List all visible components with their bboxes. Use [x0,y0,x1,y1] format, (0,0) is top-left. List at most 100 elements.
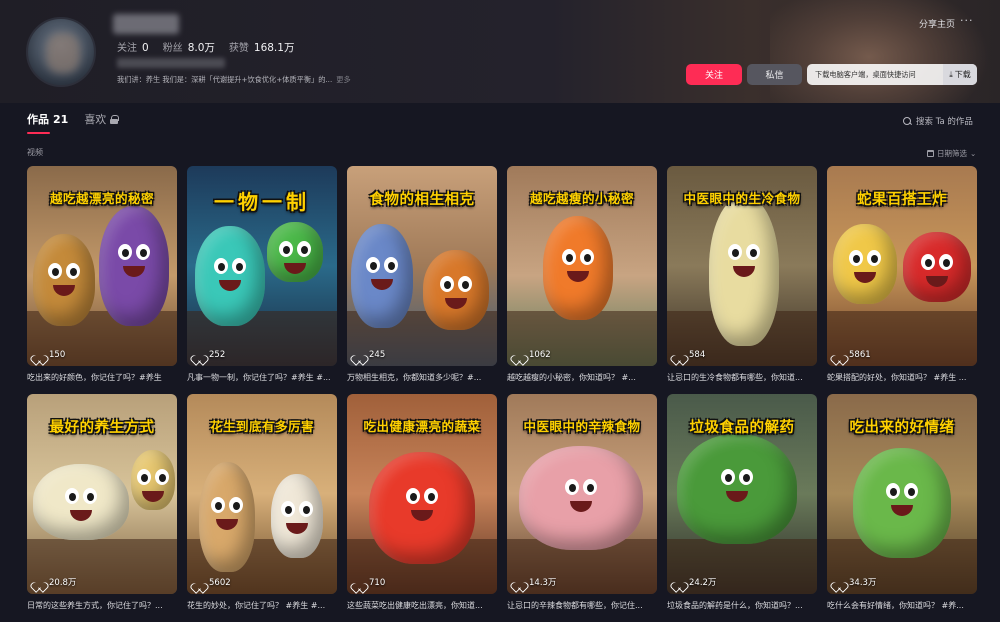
character-mouth [286,522,308,534]
cartoon-character [271,474,323,558]
video-card[interactable]: 越吃越瘦的小秘密 1062 越吃越瘦的小秘密，你知道吗？ #... [507,166,657,383]
message-button[interactable]: 私信 [747,64,802,85]
bio-more-link[interactable]: 更多 [336,75,350,84]
video-title[interactable]: 日常的这些养生方式，你记住了吗？... [27,600,177,611]
like-count-value: 710 [369,578,386,588]
stat-followers[interactable]: 粉丝 8.0万 [163,39,215,55]
video-thumbnail[interactable]: 中医眼中的生冷食物 584 [667,166,817,366]
search-icon [903,116,912,126]
video-card[interactable]: 食物的相生相克 245 万物相生相克，你都知道多少呢？#... [347,166,497,383]
heart-icon [514,578,524,587]
search-works-label: 搜索 Ta 的作品 [916,117,973,127]
thumbnail-overlay-text: 垃圾食品的解药 [689,419,795,436]
video-thumbnail[interactable]: 垃圾食品的解药 24.2万 [667,394,817,594]
character-eye [155,469,169,486]
cartoon-character [33,464,129,540]
video-thumbnail[interactable]: 吃出来的好情绪 34.3万 [827,394,977,594]
video-title[interactable]: 这些蔬菜吃出健康吃出漂亮，你知道... [347,600,497,611]
video-title[interactable]: 蛇果搭配的好处，你知道吗？ #养生 ... [827,372,977,383]
heart-icon [674,578,684,587]
video-thumbnail[interactable]: 花生到底有多厉害 5602 [187,394,337,594]
tab-label: 作品 [27,113,49,126]
heart-icon [514,351,524,360]
heart-icon [354,579,364,588]
character-eye [384,257,398,274]
character-eye [562,249,576,266]
video-title[interactable]: 吃什么会有好情绪，你知道吗？ #养... [827,600,977,611]
video-thumbnail[interactable]: 食物的相生相克 245 [347,166,497,366]
cartoon-character [131,450,175,510]
thumbnail-overlay-text: 花生到底有多厉害 [209,419,314,434]
video-thumbnail[interactable]: 最好的养生方式 20.8万 [27,394,177,594]
stat-following[interactable]: 关注 0 [117,39,149,55]
like-count: 245 [354,350,385,360]
heart-icon [834,578,844,587]
video-title[interactable]: 万物相生相克，你都知道多少呢？#... [347,372,497,383]
like-count-value: 5861 [849,350,871,360]
character-mouth [123,266,145,278]
cartoon-character [423,250,489,330]
video-card[interactable]: 最好的养生方式 20.8万日常的这些养生方式，你记住了吗？... [27,394,177,611]
heart-icon [674,351,684,360]
character-mouth [142,491,164,503]
tab-likes[interactable]: 喜欢 [84,111,120,127]
like-count-value: 245 [369,350,386,360]
profile-id-blurred [117,58,225,68]
thumbnail-overlay-text: 食物的相生相克 [369,191,475,208]
cartoon-character [195,226,265,326]
video-title[interactable]: 让忌口的辛辣食物都有哪些，你记住... [507,600,657,611]
character-eye [297,241,311,258]
more-options-icon[interactable]: ··· [960,14,974,27]
calendar-icon [927,150,934,157]
character-eye [580,249,594,266]
profile-stats: 关注 0 粉丝 8.0万 获赞 168.1万 [117,39,308,55]
video-thumbnail[interactable]: 蛇果百搭王炸 5861 [827,166,977,366]
share-profile-link[interactable]: 分享主页 [919,17,955,30]
video-title[interactable]: 吃出来的好颜色，你记住了吗？#养生 [27,372,177,383]
like-count-value: 5602 [209,578,231,588]
character-eye [137,469,151,486]
video-thumbnail[interactable]: 越吃越漂亮的秘密 150 [27,166,177,366]
like-count-value: 150 [49,350,66,360]
character-mouth [926,276,948,288]
cartoon-character [369,452,475,564]
video-thumbnail[interactable]: 越吃越瘦的小秘密 1062 [507,166,657,366]
character-eye [904,483,918,500]
download-client-bar[interactable]: 下载电脑客户端，桌面快捷访问 ⤓ 下载 [807,64,977,85]
video-title[interactable]: 越吃越瘦的小秘密，你知道吗？ #... [507,372,657,383]
character-mouth [891,505,913,517]
video-card[interactable]: 中医眼中的生冷食物 584 让忌口的生冷食物都有哪些，你知道... [667,166,817,383]
character-eye [366,257,380,274]
stat-likes-received: 获赞 168.1万 [229,39,295,55]
video-card[interactable]: 垃圾食品的解药 24.2万垃圾食品的解药是什么，你知道吗？... [667,394,817,611]
avatar[interactable] [26,17,96,87]
video-card[interactable]: 吃出健康漂亮的蔬菜 710 这些蔬菜吃出健康吃出漂亮，你知道... [347,394,497,611]
cartoon-character [351,224,413,328]
like-count: 24.2万 [674,576,716,588]
character-eye [299,500,313,517]
video-card[interactable]: 吃出来的好情绪 34.3万吃什么会有好情绪，你知道吗？ #养... [827,394,977,611]
like-count-value: 20.8万 [49,578,77,588]
follow-button[interactable]: 关注 [686,64,742,85]
video-title[interactable]: 垃圾食品的解药是什么，你知道吗？... [667,600,817,611]
video-card[interactable]: 越吃越漂亮的秘密 150 吃出来的好颜色，你记住了吗？#养生 [27,166,177,383]
video-title[interactable]: 花生的妙处，你记住了吗？ #养生 #... [187,600,337,611]
video-card[interactable]: 一物一制 252 凡事一物一制，你记住了吗？#养生 #... [187,166,337,383]
video-card[interactable]: 蛇果百搭王炸 5861 蛇果搭配的好处，你知道吗？ #养生 ... [827,166,977,383]
tab-works[interactable]: 作品 21 [27,111,68,127]
character-eye [849,249,863,266]
video-card[interactable]: 中医眼中的辛辣食物 14.3万让忌口的辛辣食物都有哪些，你记住... [507,394,657,611]
download-button[interactable]: ⤓ 下载 [943,64,977,85]
video-thumbnail[interactable]: 一物一制 252 [187,166,337,366]
heart-icon [194,579,204,588]
profile-tabs: 作品 21 喜欢 [27,111,134,127]
video-thumbnail[interactable]: 中医眼中的辛辣食物 14.3万 [507,394,657,594]
video-card[interactable]: 花生到底有多厉害 5602 花生的妙处，你记住了吗？ #养生 #... [187,394,337,611]
date-filter-dropdown[interactable]: 日期筛选 ⌄ [927,148,976,159]
search-works-button[interactable]: 搜索 Ta 的作品 [903,115,973,127]
stat-label: 关注 [117,43,137,54]
video-title[interactable]: 让忌口的生冷食物都有哪些，你知道... [667,372,817,383]
video-thumbnail[interactable]: 吃出健康漂亮的蔬菜 710 [347,394,497,594]
video-title[interactable]: 凡事一物一制，你记住了吗？#养生 #... [187,372,337,383]
character-eye [867,249,881,266]
